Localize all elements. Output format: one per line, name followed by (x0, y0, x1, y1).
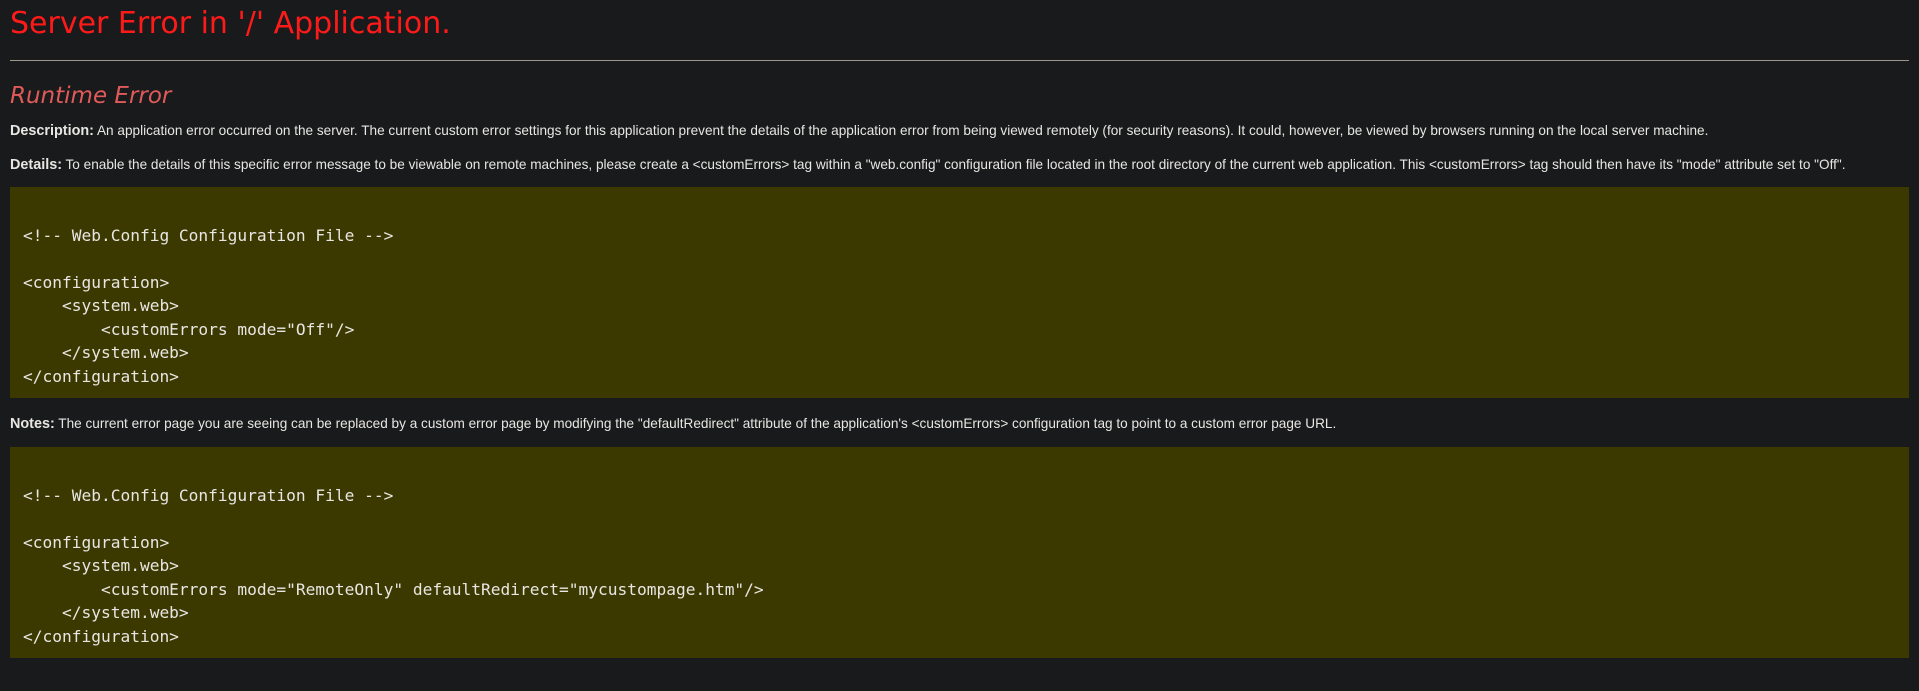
page-title: Server Error in '/' Application. (10, 6, 451, 41)
details-text: To enable the details of this specific e… (61, 157, 1846, 172)
error-page: Server Error in '/' Application. Runtime… (0, 0, 1919, 658)
config-code-remote: <!-- Web.Config Configuration File --> <… (23, 485, 764, 646)
notes-label: Notes: (10, 416, 55, 432)
error-subtitle: Runtime Error (10, 83, 172, 109)
details-paragraph: Details: To enable the details of this s… (10, 157, 1909, 173)
description-paragraph: Description: An application error occurr… (10, 123, 1909, 139)
divider (10, 60, 1909, 61)
config-code-block-off: <!-- Web.Config Configuration File --> <… (10, 187, 1909, 398)
description-label: Description: (10, 123, 94, 139)
config-code-off: <!-- Web.Config Configuration File --> <… (23, 225, 394, 386)
notes-text: The current error page you are seeing ca… (54, 416, 1337, 431)
notes-paragraph: Notes: The current error page you are se… (10, 416, 1909, 432)
description-text: An application error occurred on the ser… (93, 123, 1709, 138)
config-code-block-remote: <!-- Web.Config Configuration File --> <… (10, 447, 1909, 658)
details-label: Details: (10, 157, 62, 173)
